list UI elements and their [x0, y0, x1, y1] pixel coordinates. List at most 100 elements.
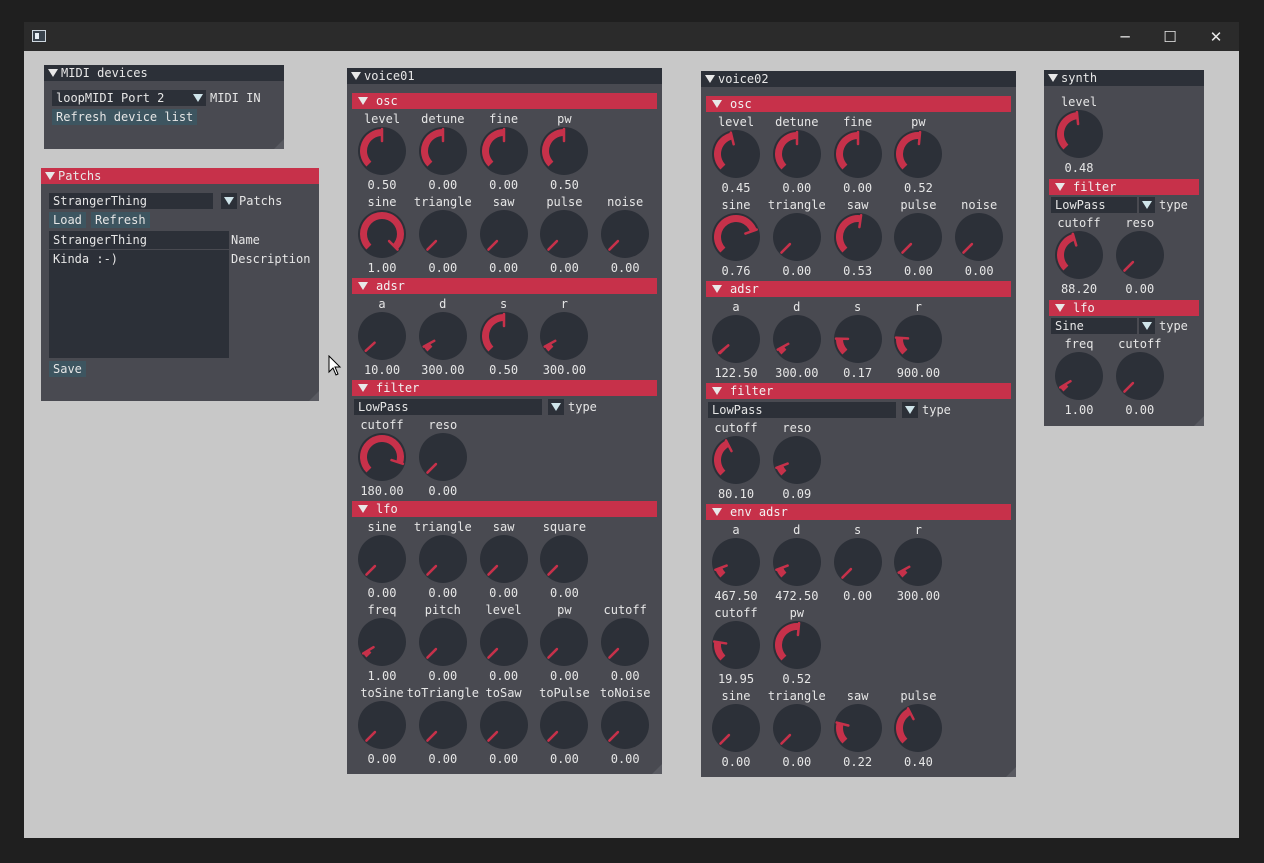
collapse-arrow-icon[interactable] [48, 69, 58, 77]
knob-s[interactable]: s 0.17 [828, 300, 888, 380]
dropdown-arrow-icon[interactable] [548, 399, 564, 415]
knob-cutoff[interactable]: cutoff 0.00 [595, 603, 655, 683]
resize-grip[interactable] [1194, 416, 1204, 426]
knob-dial[interactable] [539, 311, 589, 361]
knob-pw[interactable]: pw 0.52 [767, 606, 827, 686]
knob-dial[interactable] [600, 617, 650, 667]
knob-dial[interactable] [833, 314, 883, 364]
knob-dial[interactable] [954, 212, 1004, 262]
dropdown-arrow-icon[interactable] [1139, 197, 1155, 213]
knob-sine[interactable]: sine 0.76 [706, 198, 766, 278]
section-header-env-adsr[interactable]: env adsr [706, 504, 1011, 520]
knob-saw[interactable]: saw 0.00 [474, 520, 534, 600]
knob-dial[interactable] [893, 212, 943, 262]
refresh-button[interactable]: Refresh [91, 212, 150, 228]
collapse-arrow-icon[interactable] [1048, 74, 1058, 82]
knob-level[interactable]: level 0.45 [706, 115, 766, 195]
knob-dial[interactable] [772, 129, 822, 179]
knob-pw[interactable]: pw 0.00 [534, 603, 594, 683]
section-header-adsr[interactable]: adsr [352, 278, 657, 294]
section-header-filter[interactable]: filter [352, 380, 657, 396]
refresh-device-list-button[interactable]: Refresh device list [52, 109, 198, 125]
knob-d[interactable]: d 472.50 [767, 523, 827, 603]
knob-r[interactable]: r 300.00 [888, 523, 948, 603]
maximize-button[interactable]: ☐ [1147, 22, 1193, 51]
synth-filter-type-combo[interactable]: LowPass type [1051, 197, 1201, 213]
collapse-arrow-icon[interactable] [712, 387, 722, 395]
knob-dial[interactable] [711, 435, 761, 485]
knob-dial[interactable] [357, 534, 407, 584]
collapse-arrow-icon[interactable] [712, 100, 722, 108]
knob-dial[interactable] [711, 212, 761, 262]
knob-dial[interactable] [711, 314, 761, 364]
knob-dial[interactable] [357, 700, 407, 750]
knob-s[interactable]: s 0.00 [828, 523, 888, 603]
knob-detune[interactable]: detune 0.00 [767, 115, 827, 195]
collapse-arrow-icon[interactable] [705, 75, 715, 83]
knob-dial[interactable] [539, 700, 589, 750]
knob-a[interactable]: a 467.50 [706, 523, 766, 603]
synth-filter-type-value[interactable]: LowPass [1051, 197, 1137, 213]
knob-dial[interactable] [1115, 351, 1165, 401]
dropdown-arrow-icon[interactable] [221, 193, 237, 209]
knob-d[interactable]: d 300.00 [413, 297, 473, 377]
panel-title[interactable]: Patchs [41, 168, 319, 184]
resize-grip[interactable] [1006, 767, 1016, 777]
panel-title[interactable]: voice02 [701, 71, 1016, 87]
knob-dial[interactable] [772, 537, 822, 587]
knob-dial[interactable] [1054, 230, 1104, 280]
knob-level[interactable]: level 0.50 [352, 112, 412, 192]
knob-r[interactable]: r 300.00 [534, 297, 594, 377]
knob-dial[interactable] [539, 534, 589, 584]
filter-type-combo[interactable]: LowPass type [354, 399, 604, 415]
synth-lfo-type-combo[interactable]: Sine type [1051, 318, 1201, 334]
filter-type-value[interactable]: LowPass [354, 399, 542, 415]
collapse-arrow-icon[interactable] [712, 508, 722, 516]
knob-a[interactable]: a 10.00 [352, 297, 412, 377]
knob-sine[interactable]: sine 0.00 [706, 689, 766, 769]
knob-dial[interactable] [418, 700, 468, 750]
knob-toPulse[interactable]: toPulse 0.00 [534, 686, 594, 766]
knob-cutoff[interactable]: cutoff 180.00 [352, 418, 412, 498]
knob-dial[interactable] [539, 209, 589, 259]
dropdown-arrow-icon[interactable] [190, 90, 206, 106]
collapse-arrow-icon[interactable] [358, 97, 368, 105]
knob-dial[interactable] [539, 126, 589, 176]
knob-dial[interactable] [893, 314, 943, 364]
panel-title[interactable]: MIDI devices [44, 65, 284, 81]
knob-dial[interactable] [479, 126, 529, 176]
knob-dial[interactable] [479, 209, 529, 259]
knob-dial[interactable] [357, 432, 407, 482]
knob-dial[interactable] [711, 620, 761, 670]
midi-device-value[interactable]: loopMIDI Port 2 [52, 90, 190, 106]
knob-fine[interactable]: fine 0.00 [828, 115, 888, 195]
section-header-osc[interactable]: osc [706, 96, 1011, 112]
collapse-arrow-icon[interactable] [1055, 183, 1065, 191]
knob-toNoise[interactable]: toNoise 0.00 [595, 686, 655, 766]
knob-dial[interactable] [418, 311, 468, 361]
knob-triangle[interactable]: triangle 0.00 [413, 195, 473, 275]
knob-cutoff[interactable]: cutoff 88.20 [1049, 216, 1109, 296]
knob-pulse[interactable]: pulse 0.40 [888, 689, 948, 769]
patch-description-textarea[interactable]: Kinda :-) [49, 250, 229, 358]
knob-dial[interactable] [539, 617, 589, 667]
knob-a[interactable]: a 122.50 [706, 300, 766, 380]
knob-dial[interactable] [833, 212, 883, 262]
knob-dial[interactable] [357, 311, 407, 361]
knob-dial[interactable] [772, 314, 822, 364]
minimize-button[interactable]: ─ [1102, 22, 1148, 51]
knob-dial[interactable] [418, 617, 468, 667]
knob-pulse[interactable]: pulse 0.00 [534, 195, 594, 275]
knob-triangle[interactable]: triangle 0.00 [767, 198, 827, 278]
section-header-filter[interactable]: filter [706, 383, 1011, 399]
knob-dial[interactable] [479, 700, 529, 750]
collapse-arrow-icon[interactable] [1055, 304, 1065, 312]
title-bar[interactable]: ─ ☐ ✕ [24, 22, 1239, 51]
knob-fine[interactable]: fine 0.00 [474, 112, 534, 192]
knob-toSine[interactable]: toSine 0.00 [352, 686, 412, 766]
knob-dial[interactable] [772, 212, 822, 262]
knob-toTriangle[interactable]: toTriangle 0.00 [407, 686, 479, 766]
knob-dial[interactable] [418, 534, 468, 584]
collapse-arrow-icon[interactable] [358, 505, 368, 513]
knob-dial[interactable] [893, 537, 943, 587]
